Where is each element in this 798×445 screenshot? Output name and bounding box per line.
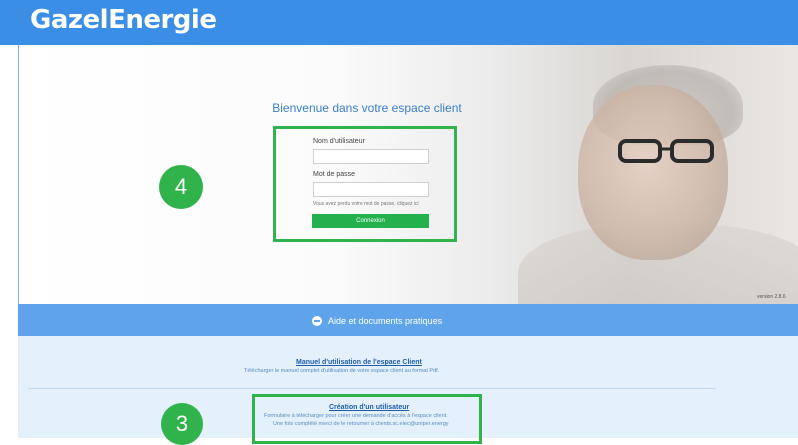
forgot-password-link[interactable]: Vous avez perdu votre mot de passe, cliq… xyxy=(313,201,419,207)
password-label: Mot de passe xyxy=(313,171,356,178)
gazelenergie-logo[interactable]: GazelEnergie xyxy=(30,5,217,35)
connexion-button[interactable]: Connexion xyxy=(312,214,429,228)
help-section-title[interactable]: Aide et documents pratiques xyxy=(312,316,442,326)
header-bar: GazelEnergie xyxy=(0,0,798,45)
create-user-highlight xyxy=(252,394,482,444)
annotation-badge-4: 4 xyxy=(159,165,203,209)
help-section-label: Aide et documents pratiques xyxy=(328,316,443,326)
user-manual-description: Télécharger le manuel complet d'utilisat… xyxy=(244,368,440,374)
username-label: Nom d'utilisateur xyxy=(313,138,365,145)
annotation-badge-3: 3 xyxy=(161,403,203,445)
username-input[interactable] xyxy=(313,149,429,164)
welcome-title: Bienvenue dans votre espace client xyxy=(272,101,462,115)
password-input[interactable] xyxy=(313,182,429,197)
minus-circle-icon[interactable] xyxy=(312,316,322,326)
version-label: version 2.8.6 xyxy=(757,294,786,300)
user-manual-link[interactable]: Manuel d'utilisation de l'espace Client xyxy=(296,359,422,366)
documents-divider xyxy=(28,388,716,389)
